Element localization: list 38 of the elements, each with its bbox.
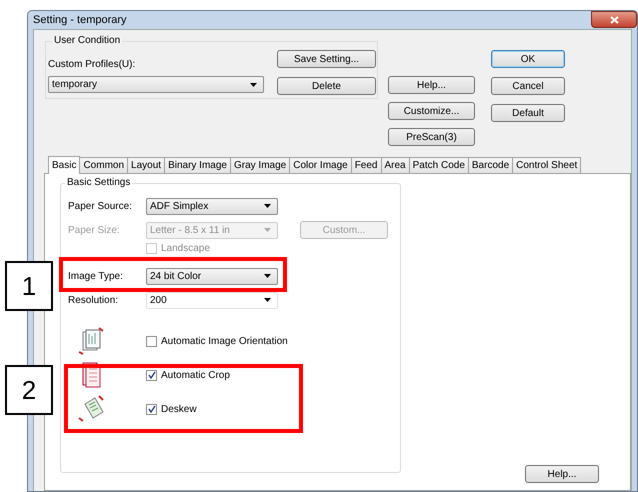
field-label: Image Type: bbox=[68, 270, 124, 282]
tab[interactable]: Layout bbox=[127, 157, 166, 173]
tab[interactable]: Basic bbox=[48, 156, 80, 174]
tab[interactable]: Feed bbox=[350, 157, 382, 173]
dropdown[interactable]: 24 bit Color bbox=[146, 268, 278, 284]
dialog-button[interactable]: OK bbox=[491, 50, 565, 68]
tab[interactable]: Area bbox=[380, 157, 410, 173]
tab[interactable]: Binary Image bbox=[164, 157, 231, 173]
tab[interactable]: Gray Image bbox=[230, 157, 290, 173]
group-title: Basic Settings bbox=[65, 177, 132, 188]
checkbox-label: Automatic Image Orientation bbox=[161, 336, 288, 346]
field-label: Paper Source: bbox=[68, 200, 133, 212]
dialog-button[interactable]: Cancel bbox=[491, 77, 565, 95]
window-title: Setting - temporary bbox=[33, 14, 127, 26]
dialog-button[interactable]: PreScan(3) bbox=[388, 128, 475, 146]
field-label: Custom Profiles(U): bbox=[48, 59, 136, 70]
checkbox-label: Automatic Crop bbox=[161, 370, 230, 380]
tab[interactable]: Color Image bbox=[289, 157, 352, 173]
dropdown[interactable]: 200 bbox=[146, 292, 278, 308]
callout-number: 1 bbox=[5, 261, 53, 311]
dropdown[interactable]: ADF Simplex bbox=[146, 198, 278, 214]
tab[interactable]: Control Sheet bbox=[512, 157, 582, 173]
dialog-button[interactable]: Delete bbox=[277, 77, 376, 95]
group-title: User Condition bbox=[52, 35, 122, 46]
dialog-button[interactable]: Customize... bbox=[388, 102, 475, 120]
field-label: Resolution: bbox=[68, 294, 120, 306]
checkbox-label: Deskew bbox=[161, 404, 197, 414]
tab[interactable]: Barcode bbox=[468, 157, 514, 173]
profile-dropdown[interactable]: temporary bbox=[48, 76, 264, 93]
help-button[interactable]: Help... bbox=[525, 465, 599, 483]
callout-number: 2 bbox=[5, 365, 53, 415]
dialog-button[interactable]: Default bbox=[491, 104, 565, 122]
dialog-button[interactable]: Save Setting... bbox=[277, 50, 376, 68]
tab[interactable]: Patch Code bbox=[408, 157, 469, 173]
tab[interactable]: Common bbox=[79, 157, 128, 173]
field-label: Paper Size: bbox=[68, 224, 121, 236]
checkbox-label: Landscape bbox=[161, 243, 210, 254]
dialog-button[interactable]: Help... bbox=[388, 76, 475, 94]
